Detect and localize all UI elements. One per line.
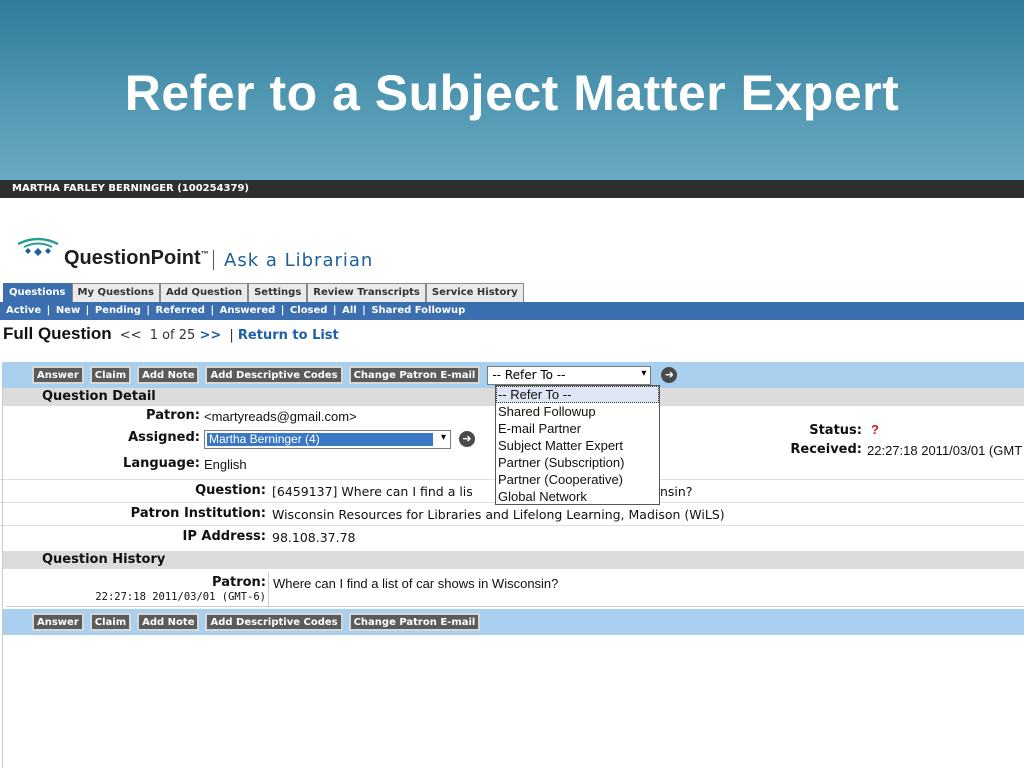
refer-to-select-value: -- Refer To -- xyxy=(492,367,566,382)
return-to-list-link[interactable]: Return to List xyxy=(238,328,339,343)
go-arrow-icon[interactable]: ➜ xyxy=(661,367,678,383)
page-title: Full Question xyxy=(3,324,112,343)
patron-institution-label: Patron Institution: xyxy=(130,506,266,521)
add-note-button[interactable]: Add Note xyxy=(137,366,200,384)
logo-text: QuestionPoint™ xyxy=(64,247,209,270)
subnav-referred[interactable]: Referred xyxy=(156,305,205,316)
status-label: Status: xyxy=(809,423,862,438)
divider xyxy=(268,572,269,607)
question-value-end: nsin? xyxy=(660,484,693,499)
subnav-all[interactable]: All xyxy=(342,305,357,316)
questionpoint-logo-icon xyxy=(17,237,59,256)
dropdown-option-shared-followup[interactable]: Shared Followup xyxy=(496,403,659,420)
assigned-select-value: Martha Berninger (4) xyxy=(207,433,433,446)
tab-questions[interactable]: Questions xyxy=(3,283,72,302)
assigned-label: Assigned: xyxy=(128,430,200,445)
logo-trademark: ™ xyxy=(200,249,209,259)
subnav-new[interactable]: New xyxy=(56,305,80,316)
subnav-pending[interactable]: Pending xyxy=(95,305,141,316)
received-value: 22:27:18 2011/03/01 (GMT xyxy=(867,443,1023,458)
question-label: Question: xyxy=(195,483,266,498)
tab-my-questions[interactable]: My Questions xyxy=(71,283,160,302)
question-value-start: [6459137] Where can I find a lis xyxy=(272,484,473,499)
next-link[interactable]: >> xyxy=(199,328,221,343)
assigned-select[interactable]: Martha Berninger (4) ▾ xyxy=(204,430,451,449)
refer-to-dropdown: -- Refer To -- Shared Followup E-mail Pa… xyxy=(495,385,660,505)
divider xyxy=(0,525,1024,526)
logo-tagline: Ask a Librarian xyxy=(224,250,374,271)
subnav: Active | New | Pending | Referred | Answ… xyxy=(0,302,1024,320)
slide-header: Refer to a Subject Matter Expert xyxy=(0,0,1024,180)
subnav-closed[interactable]: Closed xyxy=(290,305,328,316)
refer-to-select[interactable]: -- Refer To -- ▾ xyxy=(487,365,652,385)
subnav-shared-followup[interactable]: Shared Followup xyxy=(371,305,465,316)
subnav-answered[interactable]: Answered xyxy=(220,305,276,316)
history-message: Where can I find a list of car shows in … xyxy=(273,576,559,591)
assign-go-icon[interactable]: ➜ xyxy=(459,431,475,447)
answer-button[interactable]: Answer xyxy=(32,366,84,384)
tab-settings[interactable]: Settings xyxy=(248,283,308,302)
tab-service-history[interactable]: Service History xyxy=(425,283,524,302)
full-question-header: Full Question << 1 of 25 >> | Return to … xyxy=(3,324,339,344)
prev-link[interactable]: << xyxy=(120,328,142,343)
dropdown-option-refer-to[interactable]: -- Refer To -- xyxy=(496,386,659,403)
claim-button[interactable]: Claim xyxy=(89,366,132,384)
ip-address-value: 98.108.37.78 xyxy=(272,530,356,545)
content-border xyxy=(2,383,3,768)
language-label: Language: xyxy=(123,456,200,471)
tab-add-question[interactable]: Add Question xyxy=(159,283,249,302)
add-descriptive-codes-button[interactable]: Add Descriptive Codes xyxy=(205,366,343,384)
history-patron-label: Patron: xyxy=(212,575,266,590)
logo-area: QuestionPoint™ Ask a Librarian xyxy=(0,198,1024,282)
slide-title: Refer to a Subject Matter Expert xyxy=(124,65,900,121)
dropdown-option-subject-matter-expert[interactable]: Subject Matter Expert xyxy=(496,437,659,454)
dropdown-option-partner-cooperative[interactable]: Partner (Cooperative) xyxy=(496,471,659,488)
history-timestamp: 22:27:18 2011/03/01 (GMT-6) xyxy=(95,591,266,603)
question-position: 1 of 25 xyxy=(149,328,196,343)
add-note-button[interactable]: Add Note xyxy=(137,613,200,631)
dropdown-option-email-partner[interactable]: E-mail Partner xyxy=(496,420,659,437)
dropdown-option-global-network[interactable]: Global Network xyxy=(496,488,659,505)
patron-label: Patron: xyxy=(146,408,200,423)
logo-divider xyxy=(213,250,214,270)
status-value: ? xyxy=(871,422,879,437)
ip-address-label: IP Address: xyxy=(182,529,266,544)
question-history-entry: Patron: 22:27:18 2011/03/01 (GMT-6) Wher… xyxy=(6,572,1024,607)
question-history-heading: Question History xyxy=(2,551,1024,569)
change-patron-email-button[interactable]: Change Patron E-mail xyxy=(348,613,481,631)
patron-institution-value: Wisconsin Resources for Libraries and Li… xyxy=(272,507,725,522)
patron-value: <martyreads@gmail.com> xyxy=(204,409,357,424)
claim-button[interactable]: Claim xyxy=(89,613,132,631)
answer-button[interactable]: Answer xyxy=(32,613,84,631)
logo-name: QuestionPoint xyxy=(64,247,201,269)
language-value: English xyxy=(204,457,247,472)
chevron-down-icon: ▾ xyxy=(440,432,446,443)
tab-review-transcripts[interactable]: Review Transcripts xyxy=(307,283,426,302)
add-descriptive-codes-button[interactable]: Add Descriptive Codes xyxy=(205,613,343,631)
user-bar: MARTHA FARLEY BERNINGER (100254379) xyxy=(0,180,1024,198)
received-label: Received: xyxy=(790,442,862,457)
action-toolbar-bottom: Answer Claim Add Note Add Descriptive Co… xyxy=(2,609,1024,635)
chevron-down-icon: ▾ xyxy=(641,367,647,379)
subnav-active[interactable]: Active xyxy=(6,305,41,316)
main-tabs: Questions My Questions Add Question Sett… xyxy=(3,283,524,302)
dropdown-option-partner-subscription[interactable]: Partner (Subscription) xyxy=(496,454,659,471)
separator: | xyxy=(229,328,234,343)
change-patron-email-button[interactable]: Change Patron E-mail xyxy=(348,366,481,384)
